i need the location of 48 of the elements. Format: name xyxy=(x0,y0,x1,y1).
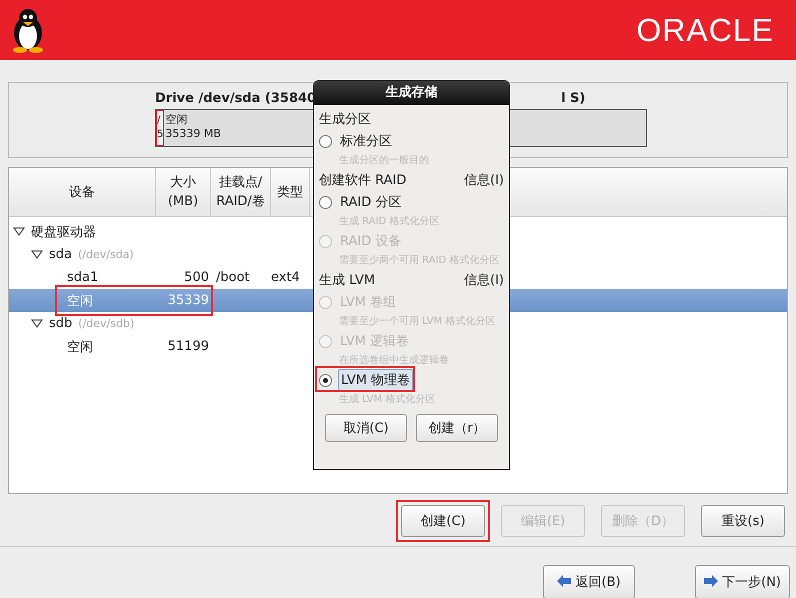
tree-row[interactable]: sda (/dev/sda) xyxy=(9,243,313,266)
device-name: sda1 xyxy=(67,270,98,285)
device-name: 空闲 xyxy=(67,338,93,356)
radio-button[interactable] xyxy=(319,196,332,208)
column-header[interactable]: 设备 xyxy=(9,168,156,216)
expanded-triangle-icon[interactable] xyxy=(31,250,43,259)
column-header[interactable]: 挂载点/ RAID/卷 xyxy=(211,168,271,216)
next-button[interactable]: 下一步(N) xyxy=(694,565,790,598)
info-link[interactable]: 信息(I) xyxy=(464,271,504,289)
size-cell: 35339 xyxy=(168,293,209,308)
radio-button[interactable] xyxy=(319,134,332,148)
section-heading: 生成 LVM xyxy=(319,272,376,289)
drive-title-fragment: l S) xyxy=(561,91,586,106)
type-cell: ext4 xyxy=(271,270,300,285)
mount-cell: /boot xyxy=(216,270,250,285)
column-header[interactable]: 大小 (MB) xyxy=(156,168,211,216)
device-name: 空闲 xyxy=(67,292,93,310)
dialog-button[interactable]: 创建（r） xyxy=(416,414,498,442)
back-button[interactable]: 返回(B) xyxy=(542,565,635,598)
tree-row[interactable]: sda1 500 /boot ext4 xyxy=(9,266,313,289)
size-cell: 51199 xyxy=(168,339,209,354)
right-arrow-icon xyxy=(704,575,718,587)
device-path: (/dev/sdb) xyxy=(78,317,134,330)
action-button[interactable]: 重设(s) xyxy=(701,505,785,537)
tree-row[interactable]: 硬盘驱动器 xyxy=(9,220,313,243)
section-heading: 生成分区 xyxy=(319,111,371,128)
size-cell: 500 xyxy=(184,270,209,285)
expanded-triangle-icon[interactable] xyxy=(31,319,43,328)
device-name: sda xyxy=(49,247,72,262)
device-path: (/dev/sda) xyxy=(78,248,134,261)
device-name: sdb xyxy=(49,316,72,331)
brand-logo: ORACLE xyxy=(636,12,774,48)
option-label[interactable]: RAID 分区 xyxy=(338,192,404,212)
option-label[interactable]: LVM 物理卷 xyxy=(338,369,414,391)
expanded-triangle-icon[interactable] xyxy=(13,227,25,236)
partition-segment[interactable]: / 5 xyxy=(156,110,164,146)
info-link[interactable]: 信息(I) xyxy=(464,171,504,189)
radio-button[interactable] xyxy=(319,374,332,386)
tree-row[interactable]: sdb (/dev/sdb) xyxy=(9,312,313,335)
device-name: 硬盘驱动器 xyxy=(31,224,96,240)
left-arrow-icon xyxy=(557,575,572,587)
column-header[interactable]: 类型 xyxy=(271,168,310,216)
option-label[interactable]: 标准分区 xyxy=(338,131,394,151)
tree-row[interactable]: 空闲 51199 xyxy=(9,335,313,358)
section-heading: 创建软件 RAID xyxy=(319,172,406,189)
action-button[interactable]: 创建(C) xyxy=(401,505,485,537)
dialog-title: 生成存储 xyxy=(314,81,509,105)
dialog-button[interactable]: 取消(C) xyxy=(325,414,407,442)
